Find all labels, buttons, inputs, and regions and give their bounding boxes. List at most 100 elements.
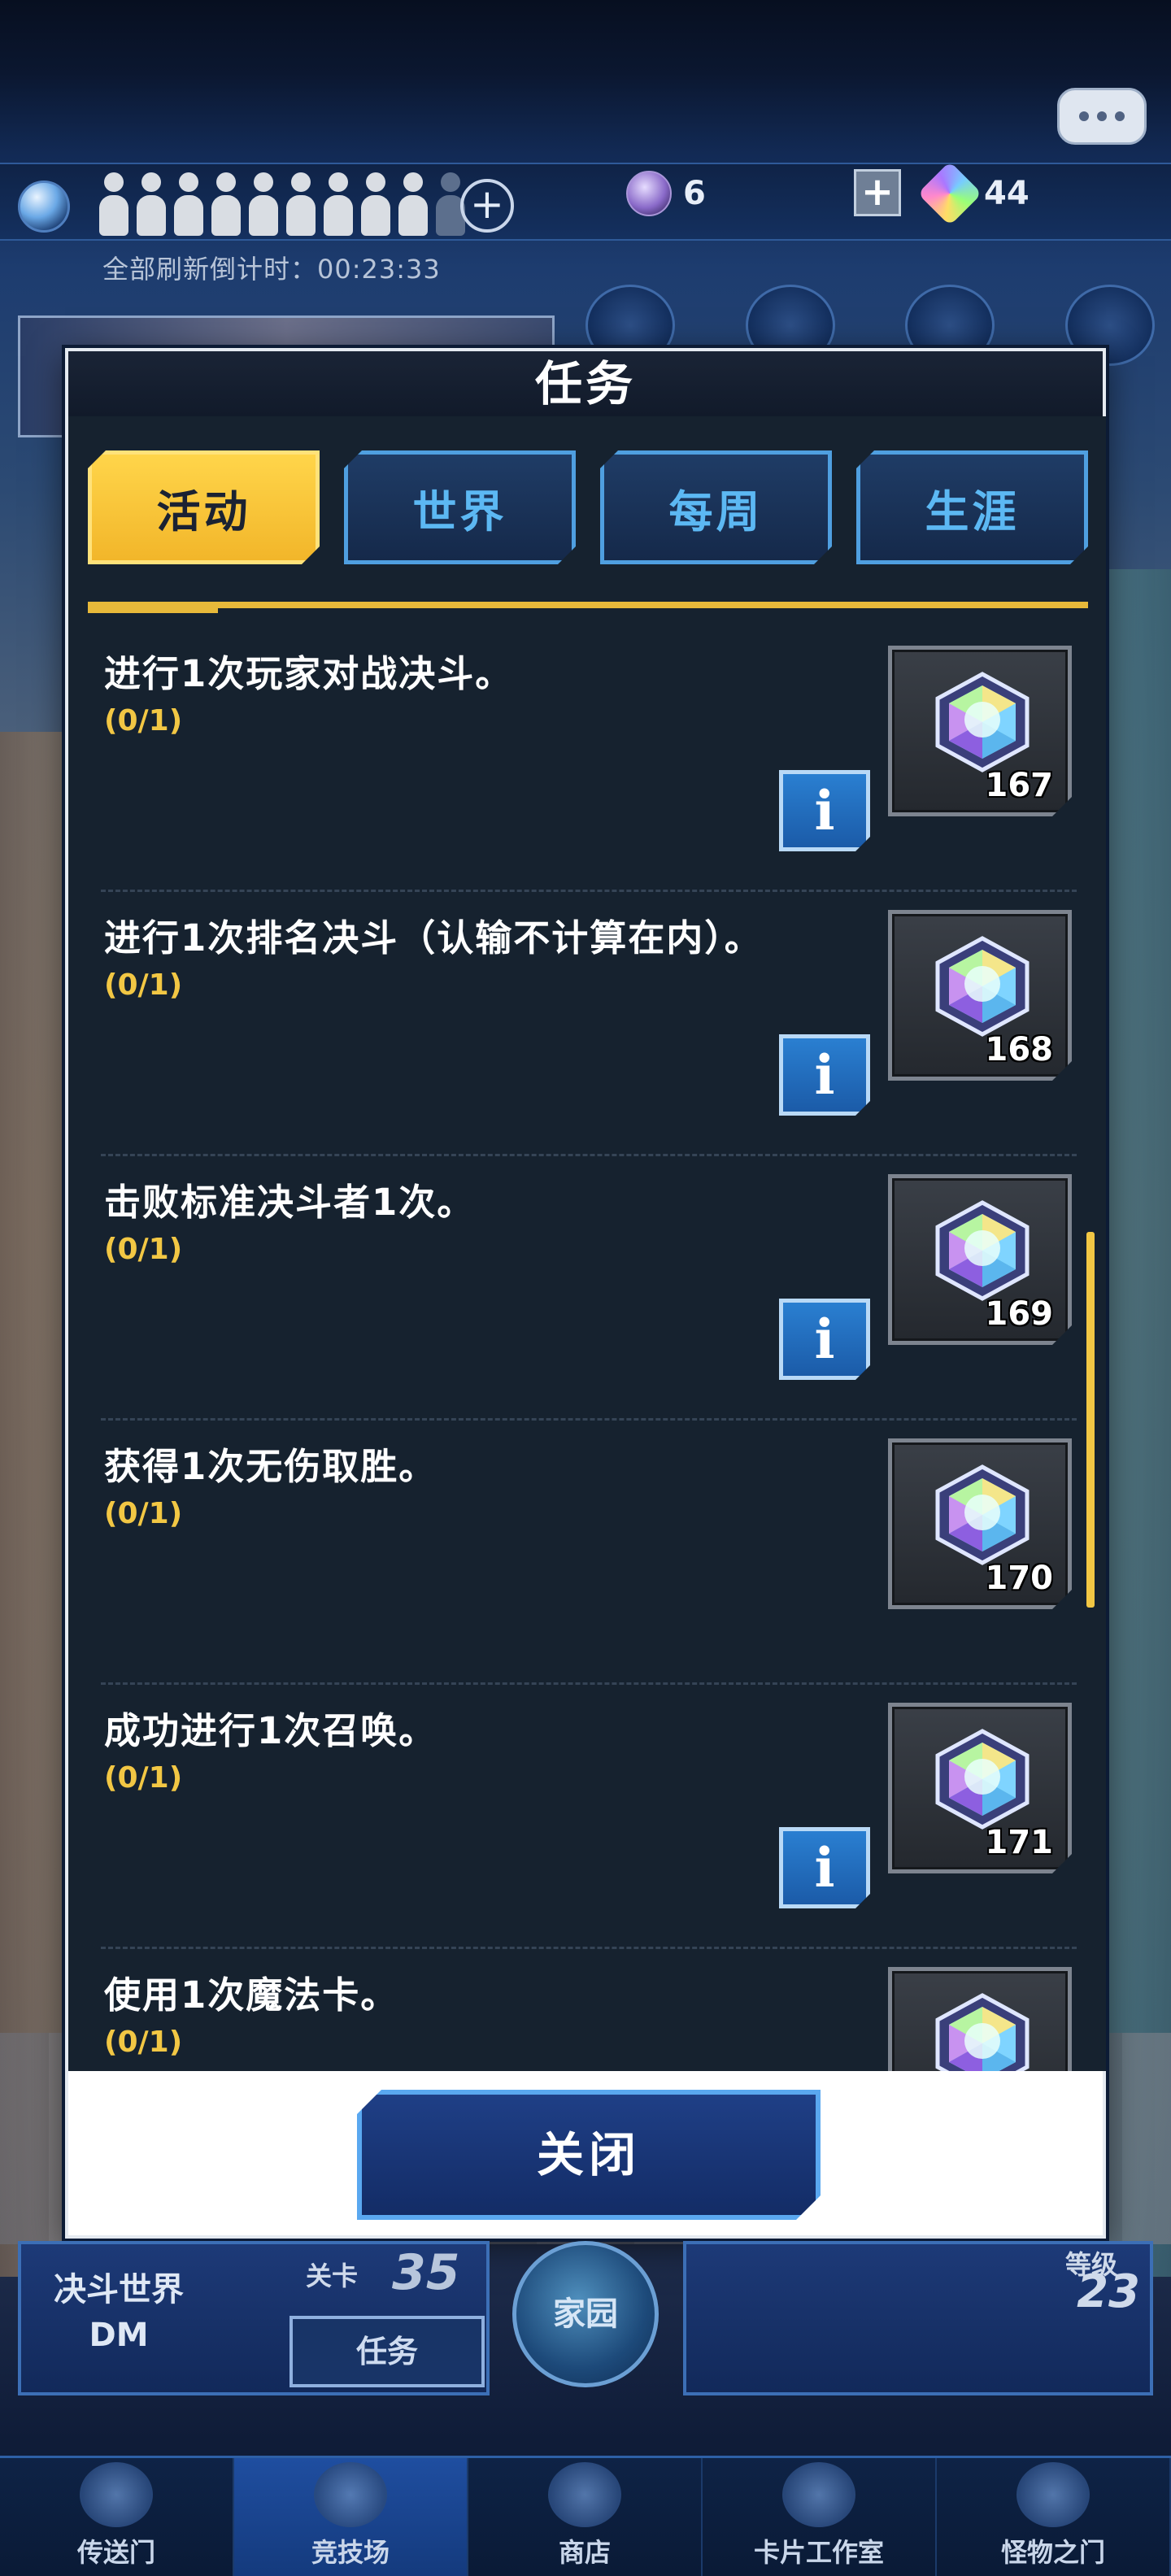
world-name-line2: DM — [89, 2317, 149, 2354]
tab-weekly[interactable]: 每周 — [600, 450, 832, 564]
orb-currency-icon — [626, 171, 672, 216]
reward-count: 167 — [985, 767, 1053, 804]
person-icon — [135, 172, 168, 237]
profile-orb-icon[interactable] — [18, 181, 70, 233]
mission-progress: (0/1) — [104, 968, 183, 1002]
mission-item: 成功进行1次召唤。 (0/1) i 171 — [101, 1685, 1077, 1949]
person-icon — [359, 172, 392, 237]
mission-title: 成功进行1次召唤。 — [104, 1709, 437, 1752]
cart-icon — [548, 2462, 621, 2527]
tab-career[interactable]: 生涯 — [856, 450, 1088, 564]
background-building-right — [1098, 569, 1171, 2277]
gem-reward-icon — [929, 1991, 1035, 2071]
stage-label: 关卡 — [306, 2261, 359, 2291]
mission-progress: (0/1) — [104, 704, 183, 738]
mission-info-button[interactable]: i — [779, 1034, 870, 1116]
mission-item: 进行1次玩家对战决斗。 (0/1) i 167 — [101, 628, 1077, 892]
mission-progress: (0/1) — [104, 1497, 183, 1530]
reward-tile[interactable]: 171 — [888, 1703, 1072, 1873]
reward-count: 170 — [985, 1560, 1053, 1597]
level-number: 23 — [1077, 2265, 1140, 2318]
deck-panel[interactable]: 等级 23 — [683, 2241, 1153, 2395]
gem-counter: 44 — [917, 161, 1030, 226]
nav-monster-gate[interactable]: 怪物之门 — [937, 2458, 1171, 2576]
duel-world-panel[interactable]: 决斗世界 DM 关卡 35 任务 — [18, 2241, 490, 2395]
world-name: 决斗世界 DM — [54, 2267, 184, 2358]
gem-count: 44 — [984, 175, 1030, 212]
reward-count: 168 — [985, 1031, 1053, 1068]
mission-progress: (0/1) — [104, 1233, 183, 1266]
reward-tile[interactable]: 172 — [888, 1967, 1072, 2071]
mission-title: 获得1次无伤取胜。 — [104, 1445, 437, 1488]
tab-world[interactable]: 世界 — [344, 450, 576, 564]
nav-arena[interactable]: 竞技场 — [234, 2458, 468, 2576]
mission-item: 使用1次魔法卡。 (0/1) i 172 — [101, 1949, 1077, 2071]
nav-label: 商店 — [558, 2537, 611, 2568]
mission-title: 使用1次魔法卡。 — [104, 1973, 399, 2017]
nav-label: 竞技场 — [311, 2537, 390, 2568]
mission-title: 击败标准决斗者1次。 — [104, 1181, 476, 1224]
top-hud: + 6 + 44 全部刷新倒计时：00:23:33 — [0, 0, 1171, 309]
mission-item: 击败标准决斗者1次。 (0/1) i 169 — [101, 1156, 1077, 1421]
mission-item: 进行1次排名决斗（认输不计算在内）。 (0/1) i 168 — [101, 892, 1077, 1156]
home-button[interactable]: 家园 — [512, 2241, 659, 2387]
portal-icon — [80, 2462, 153, 2527]
gem-reward-icon — [929, 1726, 1035, 1832]
buy-gems-button[interactable]: + — [854, 169, 901, 216]
nav-label: 怪物之门 — [1000, 2537, 1105, 2568]
duel-stamina-indicator — [98, 172, 467, 237]
reward-tile[interactable]: 170 — [888, 1438, 1072, 1609]
add-stamina-button[interactable]: + — [460, 179, 514, 233]
lower-hud: 决斗世界 DM 关卡 35 任务 家园 等级 23 — [0, 2241, 1171, 2452]
reward-tile[interactable]: 169 — [888, 1174, 1072, 1345]
reward-count: 171 — [985, 1824, 1053, 1861]
gem-currency-icon — [917, 161, 982, 226]
mission-progress: (0/1) — [104, 1761, 183, 1795]
nav-card-studio[interactable]: 卡片工作室 — [703, 2458, 937, 2576]
mission-info-button[interactable]: i — [779, 1299, 870, 1380]
person-icon — [172, 172, 205, 237]
mission-tabs: 活动 世界 每周 生涯 — [88, 450, 1088, 568]
mission-progress: (0/1) — [104, 2026, 183, 2059]
nav-portal[interactable]: 传送门 — [0, 2458, 234, 2576]
close-button[interactable]: 关闭 — [357, 2090, 821, 2220]
chat-icon[interactable] — [1057, 88, 1147, 145]
gem-reward-icon — [929, 933, 1035, 1039]
refresh-countdown: 全部刷新倒计时：00:23:33 — [102, 254, 441, 285]
nav-label: 卡片工作室 — [753, 2537, 884, 2568]
dialog-body: 活动 世界 每周 生涯 进行1次玩家对战决斗。 (0/1) i 167 进行1次… — [68, 416, 1106, 2071]
mission-dialog: 任务 活动 世界 每周 生涯 进行1次玩家对战决斗。 (0/1) i 167 进… — [65, 348, 1106, 2239]
gem-reward-icon — [929, 1198, 1035, 1303]
orb-count: 6 — [683, 175, 706, 212]
mission-title: 进行1次排名决斗（认输不计算在内）。 — [104, 916, 763, 959]
nav-shop[interactable]: 商店 — [468, 2458, 703, 2576]
mission-info-button[interactable]: i — [779, 1827, 870, 1908]
tab-underline — [88, 602, 1088, 613]
person-icon — [285, 172, 317, 237]
crossed-swords-icon — [314, 2462, 387, 2527]
mission-list: 进行1次玩家对战决斗。 (0/1) i 167 进行1次排名决斗（认输不计算在内… — [101, 628, 1077, 2071]
bottom-nav: 传送门 竞技场 商店 卡片工作室 怪物之门 — [0, 2456, 1171, 2576]
cards-icon — [782, 2462, 855, 2527]
mission-shortcut-button[interactable]: 任务 — [289, 2316, 485, 2387]
person-icon — [397, 172, 429, 237]
reward-tile[interactable]: 167 — [888, 646, 1072, 816]
gem-reward-icon — [929, 669, 1035, 775]
person-icon — [247, 172, 280, 237]
world-name-line1: 决斗世界 — [54, 2271, 184, 2308]
person-icon — [210, 172, 242, 237]
monster-gate-icon — [1016, 2462, 1090, 2527]
reward-tile[interactable]: 168 — [888, 910, 1072, 1081]
mission-info-button[interactable]: i — [779, 770, 870, 851]
scrollbar[interactable] — [1086, 1232, 1095, 1608]
nav-label: 传送门 — [76, 2537, 155, 2568]
orb-counter: 6 — [626, 171, 706, 216]
tab-event[interactable]: 活动 — [88, 450, 320, 564]
person-icon — [322, 172, 355, 237]
gem-reward-icon — [929, 1462, 1035, 1568]
stage-number: 35 — [392, 2244, 460, 2301]
mission-title: 进行1次玩家对战决斗。 — [104, 652, 514, 695]
mission-item: 获得1次无伤取胜。 (0/1) 170 — [101, 1421, 1077, 1685]
reward-count: 169 — [985, 1295, 1053, 1333]
person-icon — [98, 172, 130, 237]
